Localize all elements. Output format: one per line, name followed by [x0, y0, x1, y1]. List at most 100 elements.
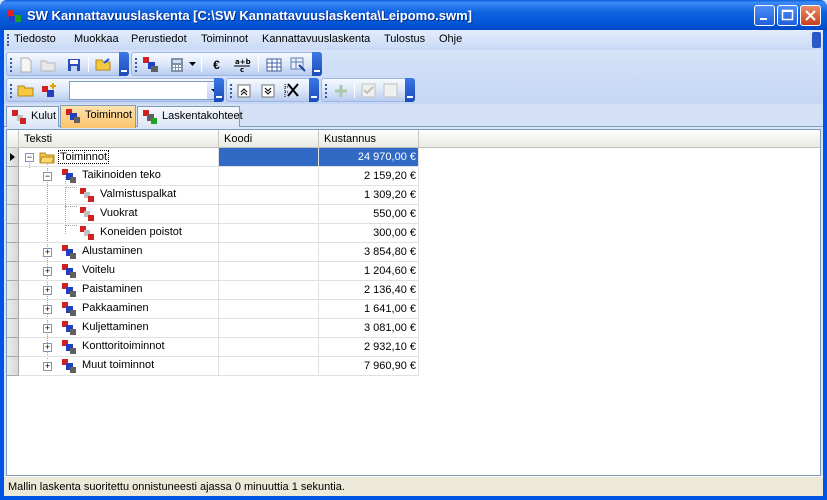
toolbar-grip[interactable] [10, 84, 12, 98]
cell-code[interactable] [219, 167, 319, 186]
table-row[interactable]: + Kuljettaminen 3 081,00 € [7, 319, 419, 338]
row-selector[interactable] [7, 224, 19, 243]
tab-laskentakohteet[interactable]: Laskentakohteet [137, 106, 243, 127]
table-row[interactable]: + Voitelu 1 204,60 € [7, 262, 419, 281]
calculator-icon[interactable] [168, 56, 185, 73]
cell-cost[interactable]: 300,00 € [319, 224, 419, 243]
menu-muokkaa[interactable]: Muokkaa [74, 33, 119, 45]
table-row[interactable]: Koneiden poistot 300,00 € [7, 224, 419, 243]
row-selector[interactable] [7, 338, 19, 357]
row-selector[interactable] [7, 281, 19, 300]
table-row[interactable]: + Alustaminen 3 854,80 € [7, 243, 419, 262]
activity-icon[interactable] [142, 56, 159, 73]
cell-code[interactable] [219, 281, 319, 300]
toolbar-options-button[interactable] [405, 78, 415, 102]
expand-toggle-icon[interactable]: + [43, 362, 52, 371]
cell-code[interactable] [219, 338, 319, 357]
column-header-kustannus[interactable]: Kustannus [319, 130, 419, 148]
cell-cost[interactable]: 7 960,90 € [319, 357, 419, 376]
close-button[interactable] [800, 5, 821, 26]
cell-code[interactable] [219, 148, 319, 167]
row-selector[interactable] [7, 357, 19, 376]
new-icon[interactable] [17, 56, 34, 73]
uncheck-disabled-icon[interactable] [382, 82, 399, 99]
cell-code[interactable] [219, 224, 319, 243]
column-header-teksti[interactable]: Teksti [19, 130, 219, 148]
table-row[interactable]: − Toiminnot 24 970,00 € [7, 148, 419, 167]
collapse-toggle-icon[interactable]: − [43, 172, 52, 181]
menu-toiminnot[interactable]: Toiminnot [201, 33, 248, 45]
row-selector[interactable] [7, 205, 19, 224]
cell-cost[interactable]: 3 854,80 € [319, 243, 419, 262]
collapse-all-icon[interactable] [235, 82, 252, 99]
cell-text[interactable]: Vuokrat [19, 205, 219, 224]
toolbar-grip[interactable] [10, 58, 12, 72]
expand-toggle-icon[interactable]: + [43, 343, 52, 352]
row-selector[interactable] [7, 167, 19, 186]
cell-text[interactable]: + Konttoritoiminnot [19, 338, 219, 357]
calculator-dropdown-icon[interactable] [188, 56, 196, 73]
toolbar-options-button[interactable] [119, 52, 129, 76]
expand-toggle-icon[interactable]: + [43, 267, 52, 276]
cell-cost[interactable]: 550,00 € [319, 205, 419, 224]
maximize-button[interactable] [777, 5, 798, 26]
menu-overflow-button[interactable] [812, 32, 821, 48]
toolbar-grip[interactable] [135, 58, 137, 72]
menu-ohje[interactable]: Ohje [439, 33, 462, 45]
cell-text[interactable]: − Taikinoiden teko [19, 167, 219, 186]
cell-code[interactable] [219, 319, 319, 338]
fraction-icon[interactable]: a+b c [232, 56, 252, 73]
cell-text[interactable]: Valmistuspalkat [19, 186, 219, 205]
expand-toggle-icon[interactable]: + [43, 248, 52, 257]
cell-text[interactable]: − Toiminnot [19, 148, 219, 167]
toolbar-options-button[interactable] [312, 52, 322, 76]
add-activity-icon[interactable] [41, 82, 58, 99]
cell-text[interactable]: + Pakkaaminen [19, 300, 219, 319]
table-row[interactable]: + Muut toiminnot 7 960,90 € [7, 357, 419, 376]
menu-perustiedot[interactable]: Perustiedot [131, 33, 187, 45]
toolbar-grip[interactable] [325, 84, 327, 98]
cell-text[interactable]: + Voitelu [19, 262, 219, 281]
cell-code[interactable] [219, 186, 319, 205]
expand-all-icon[interactable] [259, 82, 276, 99]
toolbar-options-button[interactable] [214, 78, 224, 102]
toolbar-options-button[interactable] [309, 78, 319, 102]
menu-tulostus[interactable]: Tulostus [384, 33, 425, 45]
table-row[interactable]: + Pakkaaminen 1 641,00 € [7, 300, 419, 319]
currency-icon[interactable]: € [208, 56, 225, 73]
minimize-button[interactable] [754, 5, 775, 26]
cell-cost[interactable]: 2 159,20 € [319, 167, 419, 186]
cell-text[interactable]: + Paistaminen [19, 281, 219, 300]
tree-cut-icon[interactable] [282, 82, 299, 99]
menu-kannattavuuslaskenta[interactable]: Kannattavuuslaskenta [262, 33, 370, 45]
cell-cost[interactable]: 2 932,10 € [319, 338, 419, 357]
expand-toggle-icon[interactable]: + [43, 286, 52, 295]
row-selector[interactable] [7, 186, 19, 205]
cell-code[interactable] [219, 300, 319, 319]
menu-tiedosto[interactable]: Tiedosto [14, 33, 56, 45]
add-disabled-icon[interactable] [332, 82, 349, 99]
cell-cost[interactable]: 1 204,60 € [319, 262, 419, 281]
expand-toggle-icon[interactable]: + [43, 305, 52, 314]
table-icon[interactable] [265, 56, 282, 73]
tab-kulut[interactable]: Kulut [6, 106, 59, 127]
check-disabled-icon[interactable] [360, 82, 377, 99]
expand-toggle-icon[interactable]: + [43, 324, 52, 333]
row-selector[interactable] [7, 148, 19, 167]
row-selector[interactable] [7, 319, 19, 338]
tab-toiminnot[interactable]: Toiminnot [60, 105, 136, 128]
collapse-toggle-icon[interactable]: − [25, 153, 34, 162]
cell-code[interactable] [219, 262, 319, 281]
table-row[interactable]: + Konttoritoiminnot 2 932,10 € [7, 338, 419, 357]
cell-text[interactable]: + Alustaminen [19, 243, 219, 262]
row-selector[interactable] [7, 300, 19, 319]
cell-text[interactable]: + Muut toiminnot [19, 357, 219, 376]
column-header-koodi[interactable]: Koodi [219, 130, 319, 148]
row-selector[interactable] [7, 243, 19, 262]
save-icon[interactable] [65, 56, 82, 73]
open-folder-icon[interactable] [95, 56, 112, 73]
folder-icon[interactable] [17, 82, 34, 99]
table-row[interactable]: − Taikinoiden teko 2 159,20 € [7, 167, 419, 186]
table-edit-icon[interactable] [289, 56, 306, 73]
cell-cost[interactable]: 24 970,00 € [319, 148, 419, 167]
